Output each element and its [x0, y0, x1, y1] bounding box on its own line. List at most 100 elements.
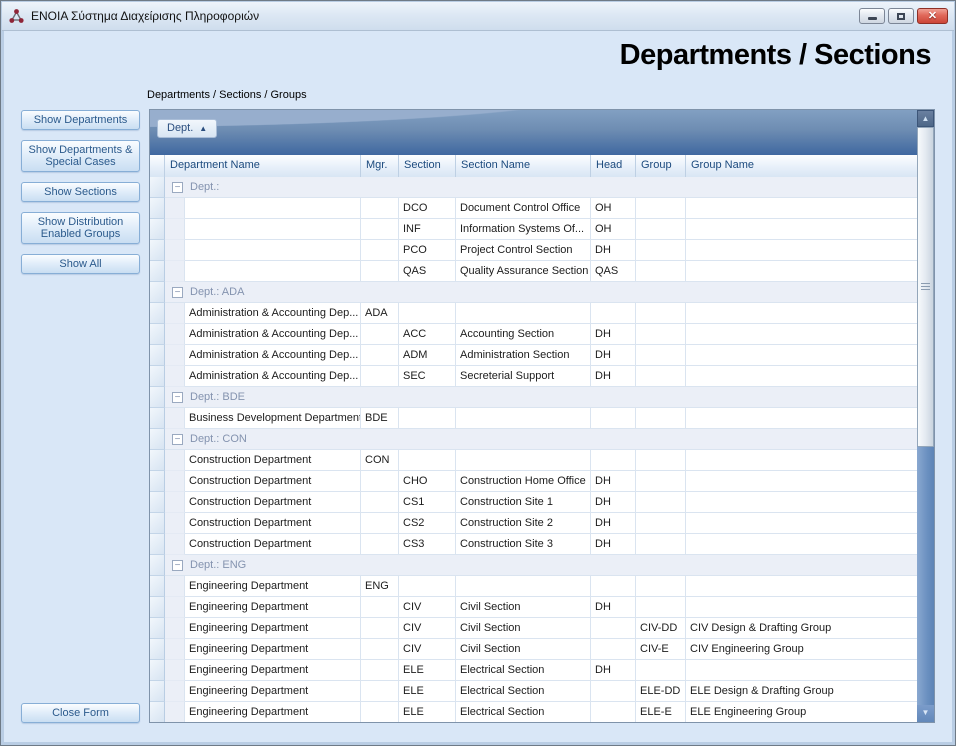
row-indicator[interactable] — [150, 240, 165, 261]
table-row[interactable]: Construction DepartmentCS2Construction S… — [150, 513, 917, 534]
cell-section-name[interactable]: Civil Section — [456, 618, 591, 639]
maximize-button[interactable] — [888, 8, 914, 24]
cell-group[interactable] — [636, 471, 686, 492]
cell-department-name[interactable] — [185, 198, 361, 219]
row-indicator[interactable] — [150, 681, 165, 702]
cell-group[interactable] — [636, 408, 686, 429]
column-header-group-name[interactable]: Group Name — [686, 155, 917, 177]
row-indicator[interactable] — [150, 639, 165, 660]
table-row[interactable]: PCOProject Control SectionDH — [150, 240, 917, 261]
cell-section-name[interactable]: Construction Site 3 — [456, 534, 591, 555]
row-indicator[interactable] — [150, 282, 165, 303]
cell-mgr[interactable] — [361, 324, 399, 345]
cell-section-name[interactable]: Project Control Section — [456, 240, 591, 261]
row-indicator[interactable] — [150, 324, 165, 345]
cell-department-name[interactable]: Engineering Department — [185, 597, 361, 618]
collapse-icon[interactable]: − — [172, 287, 183, 298]
cell-section-name[interactable]: Civil Section — [456, 639, 591, 660]
cell-section[interactable]: CS2 — [399, 513, 456, 534]
collapse-icon[interactable]: − — [172, 392, 183, 403]
cell-group[interactable]: CIV-E — [636, 639, 686, 660]
cell-mgr[interactable]: BDE — [361, 408, 399, 429]
column-header-section[interactable]: Section — [399, 155, 456, 177]
cell-group[interactable] — [636, 597, 686, 618]
cell-department-name[interactable]: Construction Department — [185, 450, 361, 471]
column-header-section-name[interactable]: Section Name — [456, 155, 591, 177]
cell-group[interactable]: CIV-DD — [636, 618, 686, 639]
group-row-band[interactable]: −Dept.: ENG — [165, 555, 917, 576]
cell-head[interactable]: DH — [591, 345, 636, 366]
cell-head[interactable]: DH — [591, 324, 636, 345]
group-by-panel[interactable]: Dept. ▲ — [150, 110, 917, 156]
cell-group-name[interactable] — [686, 513, 917, 534]
cell-section-name[interactable]: Administration Section — [456, 345, 591, 366]
row-indicator[interactable] — [150, 429, 165, 450]
show-departments-special-cases-button[interactable]: Show Departments & Special Cases — [21, 140, 140, 172]
cell-section[interactable]: CIV — [399, 639, 456, 660]
cell-group-name[interactable] — [686, 366, 917, 387]
row-indicator[interactable] — [150, 366, 165, 387]
group-row-band[interactable]: −Dept.: ADA — [165, 282, 917, 303]
group-row-band[interactable]: −Dept.: — [165, 177, 917, 198]
row-indicator[interactable] — [150, 177, 165, 198]
cell-section-name[interactable]: Electrical Section — [456, 702, 591, 722]
row-indicator[interactable] — [150, 387, 165, 408]
table-row[interactable]: Construction DepartmentCON — [150, 450, 917, 471]
cell-mgr[interactable] — [361, 345, 399, 366]
group-row[interactable]: −Dept.: ADA — [150, 282, 917, 303]
cell-department-name[interactable]: Business Development Department — [185, 408, 361, 429]
cell-section[interactable]: CIV — [399, 597, 456, 618]
show-departments-button[interactable]: Show Departments — [21, 110, 140, 130]
scroll-up-icon[interactable]: ▲ — [917, 110, 934, 127]
cell-mgr[interactable] — [361, 597, 399, 618]
cell-group-name[interactable] — [686, 261, 917, 282]
cell-section-name[interactable] — [456, 576, 591, 597]
cell-group-name[interactable]: ELE Design & Drafting Group — [686, 681, 917, 702]
cell-department-name[interactable]: Engineering Department — [185, 639, 361, 660]
table-row[interactable]: Construction DepartmentCS1Construction S… — [150, 492, 917, 513]
cell-head[interactable]: DH — [591, 513, 636, 534]
cell-group-name[interactable] — [686, 240, 917, 261]
cell-group[interactable] — [636, 198, 686, 219]
row-indicator[interactable] — [150, 576, 165, 597]
cell-department-name[interactable]: Engineering Department — [185, 660, 361, 681]
cell-mgr[interactable]: ENG — [361, 576, 399, 597]
cell-department-name[interactable]: Administration & Accounting Dep... — [185, 366, 361, 387]
cell-mgr[interactable] — [361, 240, 399, 261]
cell-section[interactable] — [399, 450, 456, 471]
row-indicator[interactable] — [150, 513, 165, 534]
row-indicator[interactable] — [150, 303, 165, 324]
cell-head[interactable]: DH — [591, 660, 636, 681]
cell-head[interactable]: OH — [591, 198, 636, 219]
column-header-department-name[interactable]: Department Name — [165, 155, 361, 177]
cell-group-name[interactable]: CIV Engineering Group — [686, 639, 917, 660]
table-row[interactable]: Administration & Accounting Dep...ACCAcc… — [150, 324, 917, 345]
cell-mgr[interactable] — [361, 471, 399, 492]
cell-group-name[interactable] — [686, 660, 917, 681]
table-row[interactable]: Construction DepartmentCS3Construction S… — [150, 534, 917, 555]
row-indicator[interactable] — [150, 618, 165, 639]
cell-section[interactable]: ELE — [399, 660, 456, 681]
cell-section[interactable]: DCO — [399, 198, 456, 219]
minimize-button[interactable] — [859, 8, 885, 24]
close-form-button[interactable]: Close Form — [21, 703, 140, 723]
cell-group-name[interactable] — [686, 303, 917, 324]
cell-group-name[interactable]: CIV Design & Drafting Group — [686, 618, 917, 639]
cell-section[interactable]: INF — [399, 219, 456, 240]
cell-head[interactable] — [591, 450, 636, 471]
row-indicator[interactable] — [150, 408, 165, 429]
cell-mgr[interactable]: ADA — [361, 303, 399, 324]
cell-head[interactable]: DH — [591, 597, 636, 618]
group-row[interactable]: −Dept.: — [150, 177, 917, 198]
cell-group[interactable] — [636, 240, 686, 261]
row-indicator[interactable] — [150, 450, 165, 471]
row-indicator[interactable] — [150, 555, 165, 576]
cell-section[interactable]: ADM — [399, 345, 456, 366]
cell-department-name[interactable] — [185, 261, 361, 282]
cell-group[interactable] — [636, 660, 686, 681]
cell-group-name[interactable] — [686, 471, 917, 492]
table-row[interactable]: Engineering DepartmentELEElectrical Sect… — [150, 702, 917, 722]
cell-section-name[interactable]: Construction Home Office — [456, 471, 591, 492]
cell-department-name[interactable] — [185, 219, 361, 240]
column-header-head[interactable]: Head — [591, 155, 636, 177]
